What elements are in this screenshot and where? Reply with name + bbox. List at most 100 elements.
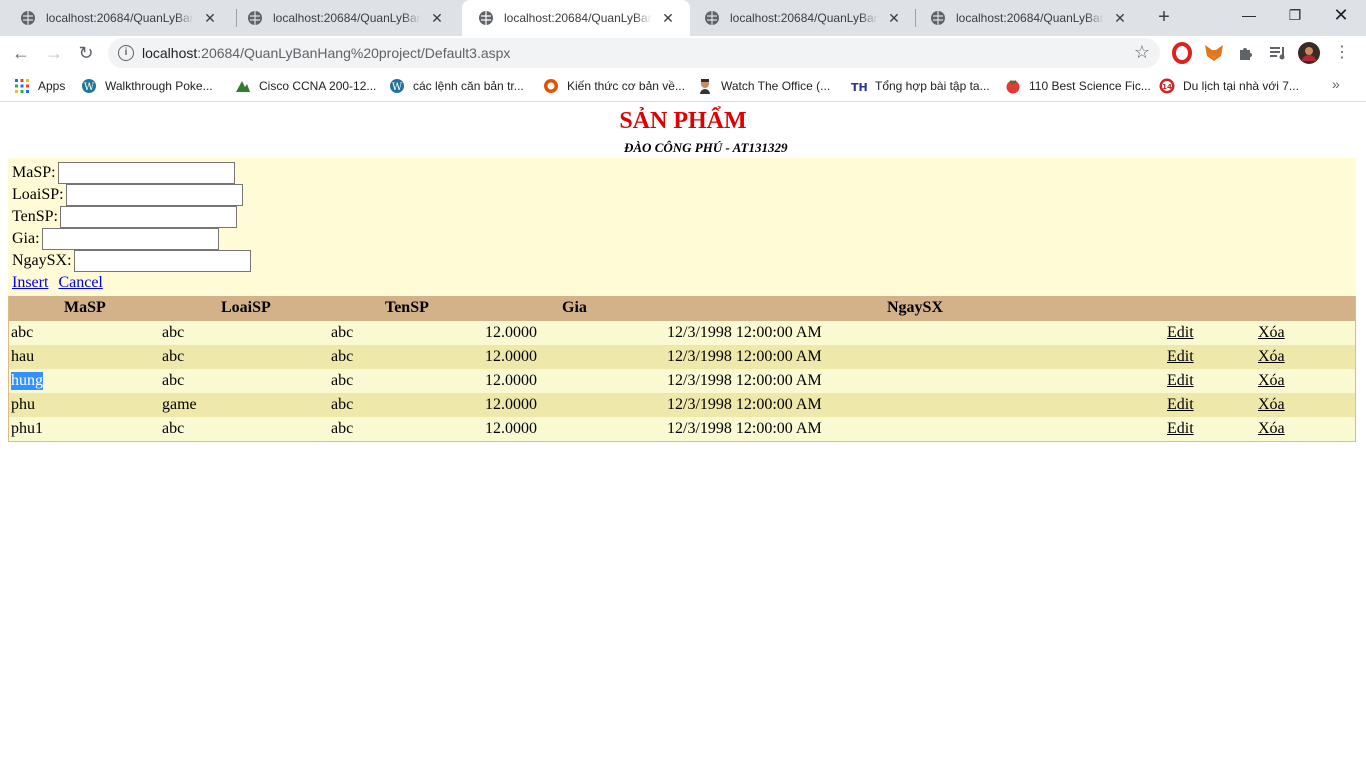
badge-14-icon: 14: [1159, 78, 1175, 94]
back-arrow-icon[interactable]: ←: [7, 39, 35, 67]
edit-link[interactable]: Edit: [1167, 396, 1194, 414]
bookmark-label: Apps: [38, 79, 66, 93]
cell-gia: 12.0000: [485, 372, 537, 389]
bookmark-item[interactable]: Watch The Office (...: [697, 76, 830, 96]
close-icon[interactable]: ✕: [1112, 10, 1128, 26]
insert-form: MaSP: LoaiSP: TenSP: Gia: NgaySX: Insert…: [8, 158, 1356, 296]
cell-masp: phu: [11, 396, 35, 413]
delete-link[interactable]: Xóa: [1258, 420, 1285, 438]
form-row-tensp: TenSP:: [12, 206, 237, 228]
delete-link[interactable]: Xóa: [1258, 324, 1285, 342]
header-masp: MaSP: [64, 299, 106, 316]
tensp-input[interactable]: [60, 206, 237, 228]
address-bar[interactable]: i localhost:20684/QuanLyBanHang%20projec…: [108, 38, 1160, 68]
browser-tab-active[interactable]: localhost:20684/QuanLyBanHang ✕: [462, 0, 690, 36]
minimize-icon[interactable]: —: [1226, 0, 1272, 30]
extensions-puzzle-icon[interactable]: [1235, 42, 1257, 64]
cell-loaisp: abc: [162, 420, 185, 437]
url-text[interactable]: localhost:20684/QuanLyBanHang%20project/…: [142, 45, 510, 61]
close-icon[interactable]: ✕: [429, 10, 445, 26]
insert-link[interactable]: Insert: [12, 274, 48, 291]
form-row-ngaysx: NgaySX:: [12, 250, 251, 272]
bookmark-star-icon[interactable]: ☆: [1134, 42, 1150, 63]
field-label: MaSP:: [12, 164, 56, 181]
forward-arrow-icon[interactable]: →: [40, 39, 68, 67]
browser-toolbar: ← → ↻ i localhost:20684/QuanLyBanHang%20…: [0, 36, 1366, 70]
browser-tab[interactable]: localhost:20684/QuanLyBanHang ✕: [4, 0, 234, 36]
cell-tensp: abc: [331, 420, 354, 437]
edit-link[interactable]: Edit: [1167, 324, 1194, 342]
bookmark-item[interactable]: 110 Best Science Fic...: [1005, 76, 1151, 96]
gia-input[interactable]: [41, 228, 219, 250]
metamask-fox-icon[interactable]: [1203, 42, 1225, 64]
field-label: NgaySX:: [12, 252, 72, 269]
loaisp-input[interactable]: [65, 184, 243, 206]
cell-loaisp: game: [162, 396, 197, 413]
bookmark-item[interactable]: TH Tổng hợp bài tập ta...: [851, 76, 990, 96]
bookmark-item[interactable]: 14 Du lịch tại nhà với 7...: [1159, 76, 1299, 96]
close-window-icon[interactable]: ✕: [1318, 0, 1364, 30]
bookmark-apps[interactable]: Apps: [14, 76, 65, 96]
cell-ngaysx: 12/3/1998 12:00:00 AM: [667, 348, 822, 365]
field-label: Gia:: [12, 230, 40, 247]
edit-link[interactable]: Edit: [1167, 420, 1194, 438]
browser-tab[interactable]: localhost:20684/QuanLyBanHang ✕: [231, 0, 461, 36]
globe-icon: [705, 11, 719, 25]
masp-input[interactable]: [57, 162, 235, 184]
browser-tab[interactable]: localhost:20684/QuanLyBanHang ✕: [914, 0, 1142, 36]
cancel-link[interactable]: Cancel: [58, 274, 102, 291]
new-tab-button[interactable]: +: [1152, 6, 1176, 30]
bookmark-label: Cisco CCNA 200-12...: [259, 79, 377, 93]
bookmark-item[interactable]: Cisco CCNA 200-12...: [235, 76, 376, 96]
cell-tensp: abc: [331, 348, 354, 365]
cell-gia: 12.0000: [485, 324, 537, 341]
globe-icon: [21, 11, 35, 25]
menu-kebab-icon[interactable]: ⋮: [1328, 39, 1356, 67]
close-icon[interactable]: ✕: [202, 10, 218, 26]
delete-link[interactable]: Xóa: [1258, 372, 1285, 390]
close-icon[interactable]: ✕: [660, 10, 676, 26]
bookmark-label: Tổng hợp bài tập ta...: [875, 79, 990, 93]
edit-link[interactable]: Edit: [1167, 348, 1194, 366]
bookmark-item[interactable]: Kiến thức cơ bản về...: [543, 76, 685, 96]
media-queue-icon[interactable]: [1267, 42, 1289, 64]
tab-strip: localhost:20684/QuanLyBanHang ✕ localhos…: [0, 0, 1366, 36]
table-row: phu1 abc abc 12.0000 12/3/1998 12:00:00 …: [9, 417, 1355, 441]
header-loaisp: LoaiSP: [221, 299, 271, 316]
delete-link[interactable]: Xóa: [1258, 348, 1285, 366]
bookmark-label: 110 Best Science Fic...: [1029, 79, 1151, 93]
chevron-double-right-icon[interactable]: »: [1332, 76, 1340, 92]
cell-ngaysx: 12/3/1998 12:00:00 AM: [667, 324, 822, 341]
edit-link[interactable]: Edit: [1167, 372, 1194, 390]
bookmarks-bar: Apps W Walkthrough Poke... Cisco CCNA 20…: [0, 70, 1366, 102]
table-row: phu game abc 12.0000 12/3/1998 12:00:00 …: [9, 393, 1355, 417]
cell-ngaysx: 12/3/1998 12:00:00 AM: [667, 420, 822, 437]
url-path: :20684/QuanLyBanHang%20project/Default3.…: [197, 45, 511, 61]
wordpress-icon: W: [390, 79, 404, 93]
table-row: abc abc abc 12.0000 12/3/1998 12:00:00 A…: [9, 321, 1355, 345]
opera-icon[interactable]: [1171, 42, 1193, 64]
delete-link[interactable]: Xóa: [1258, 396, 1285, 414]
table-row: hau abc abc 12.0000 12/3/1998 12:00:00 A…: [9, 345, 1355, 369]
profile-avatar[interactable]: [1298, 42, 1320, 64]
bookmark-item[interactable]: W Walkthrough Poke...: [81, 76, 213, 96]
tab-title: localhost:20684/QuanLyBanHang: [504, 11, 652, 25]
ngaysx-input[interactable]: [73, 250, 251, 272]
form-actions: Insert Cancel: [12, 274, 109, 292]
restore-icon[interactable]: ❐: [1272, 0, 1318, 30]
svg-text:W: W: [84, 82, 95, 93]
product-grid: MaSP LoaiSP TenSP Gia NgaySX abc abc abc…: [8, 296, 1356, 442]
info-icon[interactable]: i: [118, 45, 134, 61]
cell-ngaysx: 12/3/1998 12:00:00 AM: [667, 372, 822, 389]
svg-text:TH: TH: [851, 81, 867, 94]
close-icon[interactable]: ✕: [886, 10, 902, 26]
bookmark-item[interactable]: W các lệnh căn bản tr...: [389, 76, 524, 96]
field-label: TenSP:: [12, 208, 58, 225]
globe-icon: [479, 11, 493, 25]
globe-icon: [248, 11, 262, 25]
bookmark-label: Du lịch tại nhà với 7...: [1183, 79, 1299, 93]
cell-gia: 12.0000: [485, 420, 537, 437]
reload-icon[interactable]: ↻: [72, 39, 100, 67]
browser-tab[interactable]: localhost:20684/QuanLyBanHang ✕: [688, 0, 914, 36]
bookmark-label: Kiến thức cơ bản về...: [567, 79, 685, 93]
